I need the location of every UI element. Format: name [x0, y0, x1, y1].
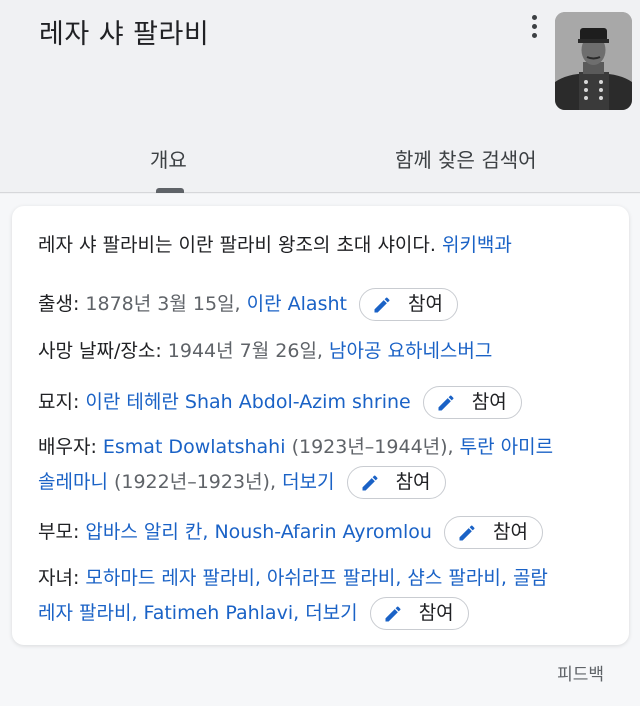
child-link-5[interactable]: Fatimeh Pahlavi,	[144, 602, 300, 624]
grave-place-link[interactable]: 이란 테헤란 Shah Abdol-Azim shrine	[85, 391, 410, 413]
spouse-years-1: (1923년–1944년),	[291, 436, 454, 458]
source-link[interactable]: 위키백과	[442, 234, 512, 256]
contribute-label: 참여	[408, 293, 443, 315]
parent-link-2[interactable]: Noush-Afarin Ayromlou	[214, 521, 432, 543]
child-link-2[interactable]: 아쉬라프 팔라비,	[267, 567, 401, 589]
fact-label-death: 사망 날짜/장소:	[38, 340, 162, 362]
tab-overview[interactable]: 개요	[150, 144, 187, 173]
contribute-button-birth[interactable]: 참여	[359, 288, 458, 321]
entity-description: 레자 샤 팔라비는 이란 팔라비 왕조의 초대 샤이다. 위키백과	[38, 230, 512, 257]
contribute-label: 참여	[418, 602, 454, 624]
fact-spouse-cont: 솔레마니 (1922년–1923년), 더보기 참여	[38, 461, 608, 503]
pencil-icon	[438, 394, 454, 410]
birth-date: 1878년 3월 15일,	[85, 293, 241, 315]
contribute-button-spouse[interactable]: 참여	[346, 466, 446, 499]
death-place-link[interactable]: 남아공 요하네스버그	[329, 340, 492, 362]
pencil-icon	[362, 474, 378, 490]
fact-label-birth: 출생:	[38, 293, 80, 315]
entity-thumbnail[interactable]	[555, 12, 632, 110]
contribute-label: 참여	[395, 471, 431, 493]
pencil-icon	[385, 605, 401, 621]
contribute-label: 참여	[493, 521, 528, 543]
fact-death: 사망 날짜/장소: 1944년 7월 26일, 남아공 요하네스버그	[38, 330, 608, 372]
tab-related-searches[interactable]: 함께 찾은 검색어	[395, 144, 537, 173]
pencil-icon	[374, 296, 390, 312]
description-text: 레자 샤 팔라비는 이란 팔라비 왕조의 초대 샤이다.	[38, 234, 436, 256]
spouse-link-2b[interactable]: 솔레마니	[38, 471, 108, 493]
feedback-link[interactable]: 피드백	[557, 660, 604, 685]
contribute-button-parents[interactable]: 참여	[444, 516, 543, 549]
fact-label-spouse: 배우자:	[38, 436, 97, 458]
entity-title: 레자 샤 팔라비	[39, 19, 210, 50]
spouse-link-1[interactable]: Esmat Dowlatshahi	[103, 436, 286, 458]
contribute-button-children[interactable]: 참여	[369, 597, 469, 630]
children-more-link[interactable]: 더보기	[305, 602, 357, 624]
fact-label-parents: 부모:	[38, 521, 80, 543]
portrait-image	[555, 12, 632, 110]
contribute-label: 참여	[471, 391, 507, 413]
active-tab-indicator	[156, 188, 184, 193]
fact-children-cont: 레자 팔라비, Fatimeh Pahlavi, 더보기 참여	[38, 592, 608, 634]
knowledge-panel-header: 레자 샤 팔라비 개요 함께 찾은 검색어	[0, 0, 640, 193]
contribute-button-grave[interactable]: 참여	[422, 386, 522, 419]
spouse-years-2: (1922년–1923년),	[113, 471, 277, 493]
child-link-3[interactable]: 샴스 팔라비,	[407, 567, 506, 589]
fact-parents: 부모: 압바스 알리 칸, Noush-Afarin Ayromlou 참여	[38, 511, 608, 553]
parent-link-1[interactable]: 압바스 알리 칸,	[85, 521, 208, 543]
fact-birth: 출생: 1878년 3월 15일, 이란 Alasht 참여	[38, 283, 608, 325]
death-date: 1944년 7월 26일,	[167, 340, 323, 362]
fact-label-children: 자녀:	[38, 567, 80, 589]
child-link-4a[interactable]: 골람	[513, 567, 548, 589]
spouse-link-2a[interactable]: 투란 아미르	[460, 436, 553, 458]
spouse-more-link[interactable]: 더보기	[282, 471, 334, 493]
panel-tabs: 개요 함께 찾은 검색어	[0, 140, 640, 193]
fact-label-grave: 묘지:	[38, 391, 80, 413]
pencil-icon	[459, 524, 475, 540]
child-link-4b[interactable]: 레자 팔라비,	[38, 602, 137, 624]
child-link-1[interactable]: 모하마드 레자 팔라비,	[85, 567, 260, 589]
birth-place-link[interactable]: 이란 Alasht	[247, 293, 347, 315]
fact-grave: 묘지: 이란 테헤란 Shah Abdol-Azim shrine 참여	[38, 381, 608, 423]
more-options-icon[interactable]	[522, 12, 546, 40]
